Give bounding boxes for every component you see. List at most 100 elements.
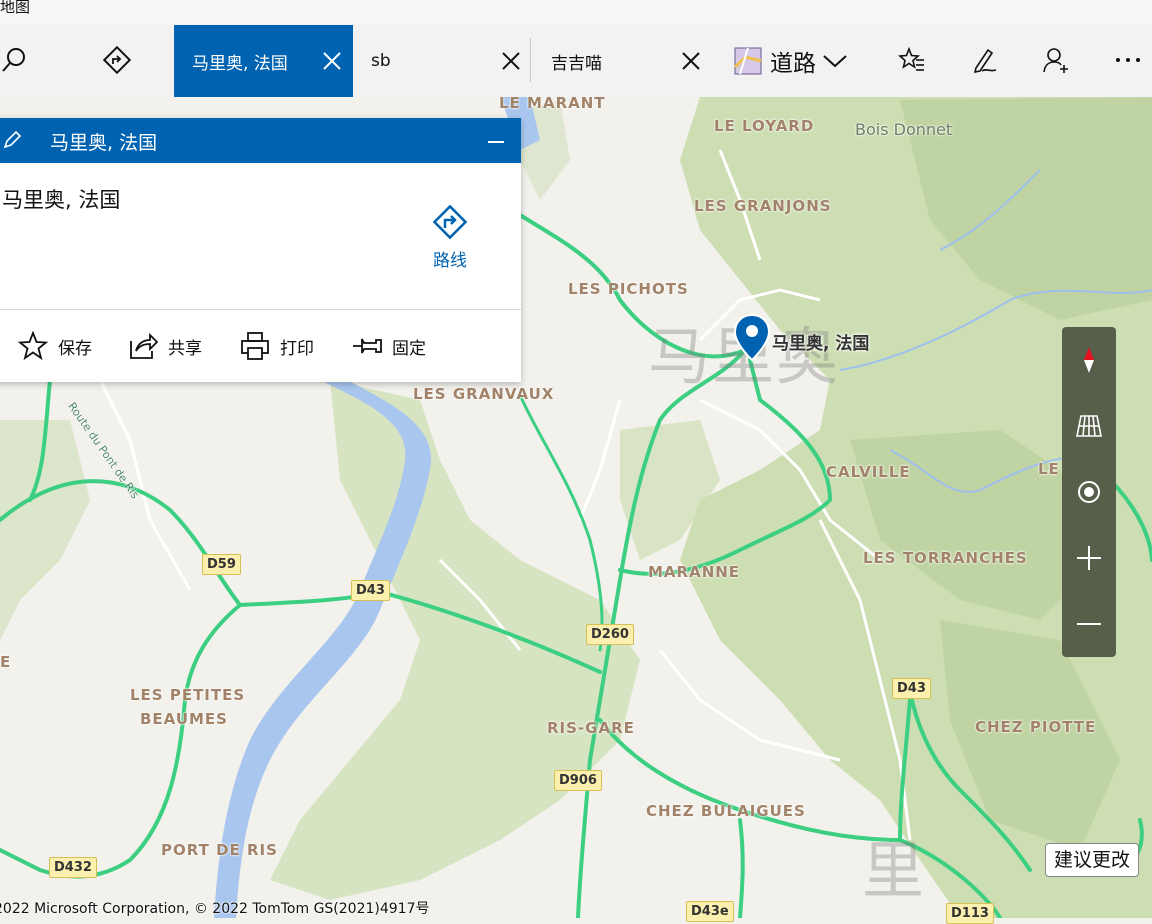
edit-icon[interactable] <box>2 130 22 150</box>
more-button[interactable] <box>1102 34 1152 86</box>
tilt-view-button[interactable] <box>1062 401 1116 451</box>
place-card-header: 马里奥, 法国 <box>0 118 521 163</box>
road-shield: D43 <box>351 580 390 601</box>
place-label: LES PETITES <box>130 686 246 704</box>
star-icon <box>18 331 48 361</box>
close-window-button[interactable] <box>1108 0 1148 14</box>
pen-icon <box>973 48 997 74</box>
place-label: LES GRANVAUX <box>413 385 555 403</box>
share-icon <box>130 332 158 359</box>
road-map-icon <box>734 47 762 75</box>
suggest-edit-button[interactable]: 建议更改 <box>1045 843 1140 877</box>
place-label: CHEZ BULAIGUES <box>646 802 806 820</box>
close-icon <box>1122 0 1134 1</box>
location-pin[interactable] <box>733 313 771 362</box>
directions-button[interactable] <box>91 34 143 86</box>
place-label: CALVILLE <box>826 463 911 481</box>
save-button[interactable]: 保存 <box>18 326 92 366</box>
zoom-out-button[interactable] <box>1062 599 1116 649</box>
place-label: LES TORRANCHES <box>863 549 1028 567</box>
grid-tilt-icon <box>1076 415 1102 437</box>
road-shield: D260 <box>586 624 634 645</box>
directions-icon <box>102 45 132 75</box>
pin-icon <box>353 338 382 354</box>
maximize-button[interactable] <box>1040 0 1080 14</box>
place-label: E <box>0 653 12 671</box>
road-shield: D113 <box>946 903 994 924</box>
close-icon <box>682 52 700 70</box>
search-icon <box>2 48 25 72</box>
zoom-in-button[interactable] <box>1062 533 1116 583</box>
place-label: MARANNE <box>648 563 741 581</box>
save-label: 保存 <box>58 338 92 359</box>
place-label: LES PICHOTS <box>568 280 689 298</box>
place-card: 马里奥, 法国 马里奥, 法国 路线 保存 共享 打印 固定 <box>0 118 521 382</box>
place-label: LE <box>1038 460 1060 478</box>
directions-icon <box>432 204 468 240</box>
road-shield: D432 <box>49 857 97 878</box>
tab-label: 吉吉喵 <box>551 53 602 74</box>
divider <box>0 309 521 310</box>
toolbar: 马里奥, 法国 sb 吉吉喵 道路 <box>0 24 1152 97</box>
share-button[interactable]: 共享 <box>128 326 202 366</box>
road-shield: D59 <box>202 554 241 575</box>
chevron-down-icon <box>823 55 847 68</box>
location-icon <box>1078 481 1100 503</box>
tab-jijimiao[interactable]: 吉吉喵 <box>533 25 710 97</box>
place-label: CHEZ PIOTTE <box>975 718 1097 736</box>
my-location-button[interactable] <box>1062 467 1116 517</box>
pin-label: 马里奥, 法国 <box>772 334 870 354</box>
tab-mario-france[interactable]: 马里奥, 法国 <box>174 25 353 97</box>
road-shield: D43e <box>686 901 734 922</box>
place-label: BEAUMES <box>140 710 228 728</box>
ink-button[interactable] <box>958 34 1010 86</box>
place-label: LES GRANJONS <box>694 197 832 215</box>
map-style-dropdown[interactable]: 道路 <box>734 46 848 77</box>
directions-button[interactable]: 路线 <box>420 202 480 272</box>
favorites-button[interactable] <box>886 34 938 86</box>
printer-icon <box>241 332 269 360</box>
more-icon <box>1116 58 1140 62</box>
close-tab-button[interactable] <box>318 47 346 75</box>
print-label: 打印 <box>280 338 314 359</box>
map-style-label: 道路 <box>770 51 816 77</box>
city-watermark: 里 <box>862 834 927 907</box>
minus-icon <box>1077 623 1101 625</box>
place-label: LE LOYARD <box>714 117 815 135</box>
minimize-icon <box>982 0 998 8</box>
map-pin-icon <box>733 313 771 362</box>
tab-separator <box>530 38 531 82</box>
minimize-button[interactable] <box>970 0 1010 14</box>
map-controls <box>1062 327 1116 657</box>
maximize-icon <box>1052 0 1068 8</box>
close-tab-button[interactable] <box>677 47 705 75</box>
copyright: 2022 Microsoft Corporation, © 2022 TomTo… <box>0 901 430 917</box>
close-icon <box>323 52 341 70</box>
close-icon <box>502 52 520 70</box>
place-name: 马里奥, 法国 <box>2 188 121 212</box>
tab-label: 马里奥, 法国 <box>192 53 288 74</box>
road-shield: D906 <box>554 770 602 791</box>
compass-icon <box>1084 347 1094 373</box>
place-label: RIS-GARE <box>547 719 635 737</box>
close-tab-button[interactable] <box>497 47 525 75</box>
compass-button[interactable] <box>1062 335 1116 385</box>
pin-label: 固定 <box>392 338 426 359</box>
add-person-icon <box>1043 48 1068 73</box>
plus-icon <box>1077 546 1101 570</box>
pin-button[interactable]: 固定 <box>352 326 426 366</box>
title-bar: 地图 <box>0 0 1152 24</box>
window-title: 地图 <box>0 0 31 16</box>
share-label: 共享 <box>168 338 202 359</box>
search-button[interactable] <box>0 34 40 86</box>
account-button[interactable] <box>1030 34 1082 86</box>
tab-sb[interactable]: sb <box>353 25 530 97</box>
collapse-icon[interactable] <box>486 132 506 152</box>
favorites-icon <box>898 46 924 71</box>
place-label: PORT DE RIS <box>161 841 278 859</box>
road-shield: D43 <box>892 678 931 699</box>
directions-label: 路线 <box>433 251 467 271</box>
place-card-title: 马里奥, 法国 <box>50 132 158 154</box>
print-button[interactable]: 打印 <box>240 326 314 366</box>
tab-label: sb <box>371 51 391 71</box>
